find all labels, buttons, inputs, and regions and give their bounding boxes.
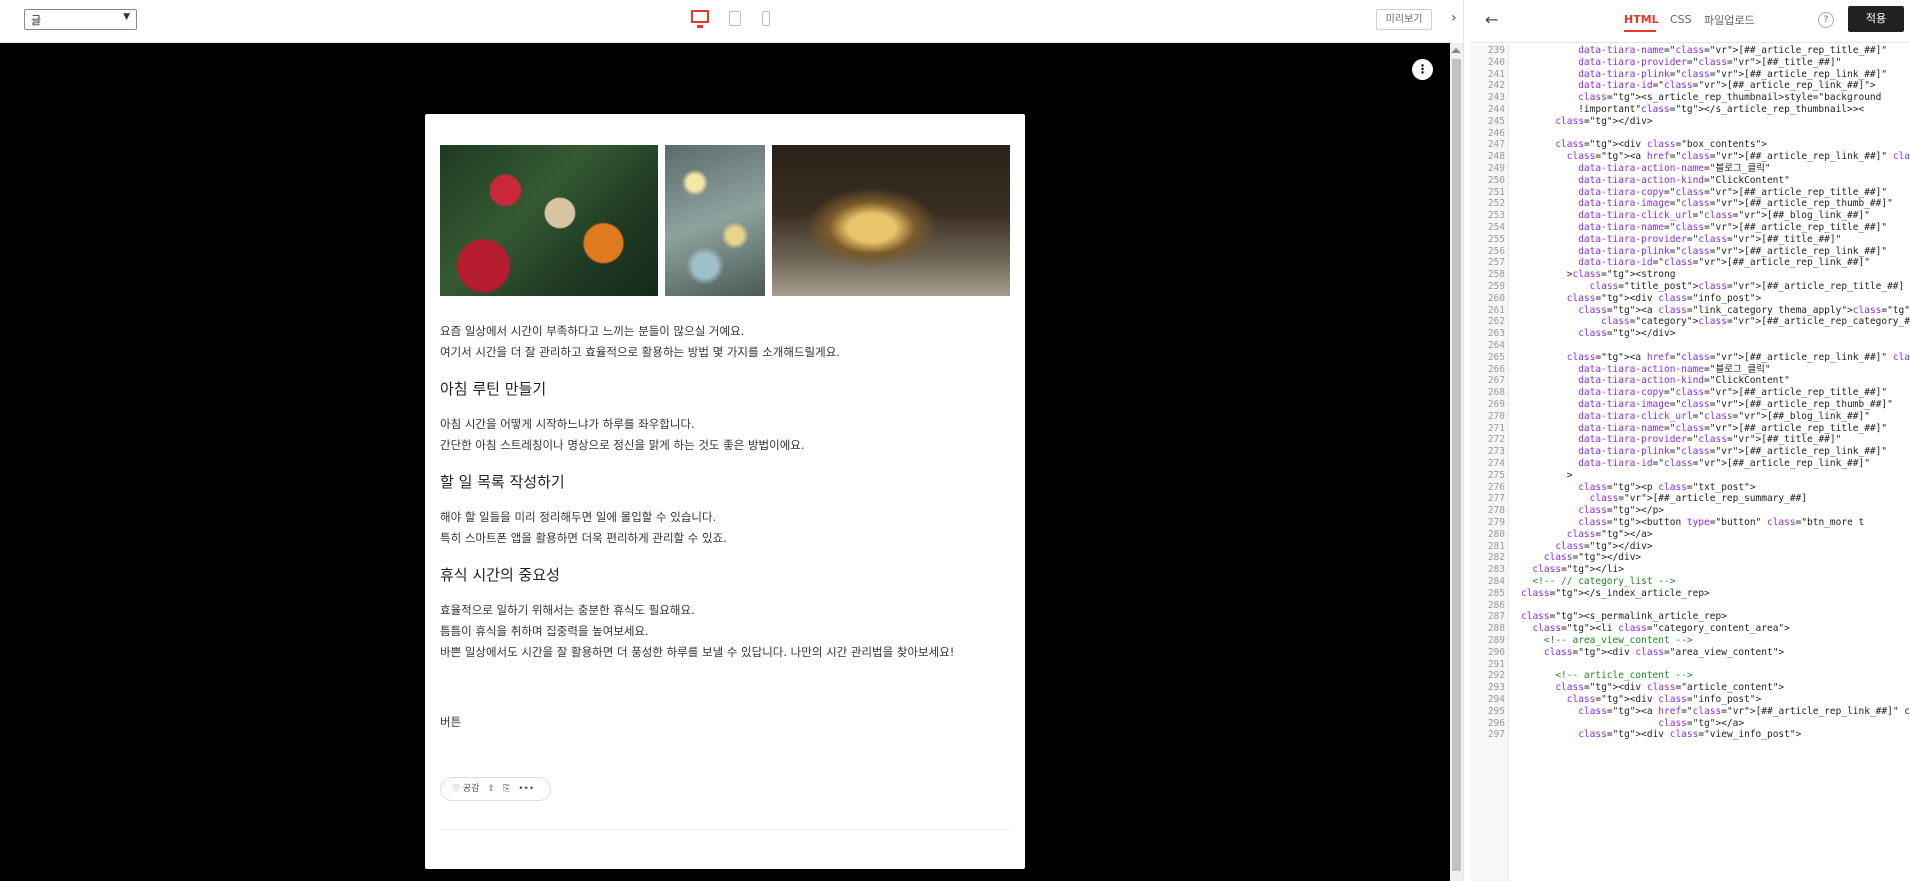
page-type-select[interactable]: 글 ▼ <box>24 9 137 30</box>
section-heading: 할 일 목록 작성하기 <box>440 473 565 491</box>
more-icon[interactable]: ••• <box>518 778 534 800</box>
photo-church-tree <box>772 145 1010 296</box>
apply-button[interactable]: 적용 <box>1848 6 1904 32</box>
tab-file-upload[interactable]: 파일업로드 <box>1704 12 1755 28</box>
intro-line: 요즘 일상에서 시간이 부족하다고 느끼는 분들이 많으실 거예요. <box>440 324 745 338</box>
preview-button[interactable]: 미리보기 <box>1376 9 1432 30</box>
preview-toolbar: 글 ▼ 미리보기 <box>0 0 1450 43</box>
code-area[interactable]: 239 data-tiara-name="class="vr">[##_arti… <box>1471 44 1910 881</box>
section-line: 아침 시간을 어떻게 시작하느냐가 하루를 좌우합니다. <box>440 417 695 431</box>
section-heading: 아침 루틴 만들기 <box>440 380 547 398</box>
photo-bokeh-lights <box>665 145 765 296</box>
code-editor-pane: ← HTML CSS 파일업로드 ? 적용 239 data-tiara-nam… <box>1471 0 1910 881</box>
scrollbar-thumb[interactable] <box>1452 59 1461 871</box>
pane-splitter[interactable] <box>1463 0 1471 881</box>
active-tab-indicator <box>1624 30 1656 32</box>
chevron-down-icon: ▼ <box>123 12 130 22</box>
share-icon[interactable]: ⇪ <box>488 778 496 800</box>
article-body: 요즘 일상에서 시간이 부족하다고 느끼는 분들이 많으실 거예요. 여기서 시… <box>440 321 1015 663</box>
app-window: 글 ▼ 미리보기 ⋮ 요즘 일상에서 시간이 부족하다고 느끼는 분들이 많으실… <box>0 0 1910 881</box>
section-line: 해야 할 일들을 미리 정리해두면 일에 몰입할 수 있습니다. <box>440 510 717 524</box>
like-button[interactable]: ♡ 공감 <box>452 778 480 800</box>
tablet-icon[interactable] <box>729 11 741 26</box>
copy-icon[interactable]: ⎘ <box>503 778 510 800</box>
more-options-icon[interactable]: ⋮ <box>1412 59 1433 80</box>
back-arrow-icon[interactable]: ← <box>1485 10 1498 29</box>
photo-christmas-ornaments <box>440 145 658 296</box>
section-line: 틈틈이 휴식을 취하며 집중력을 높여보세요. <box>440 624 649 638</box>
section-line: 효율적으로 일하기 위해서는 충분한 휴식도 필요해요. <box>440 603 695 617</box>
reaction-bar: ♡ 공감 ⇪ ⎘ ••• <box>440 777 551 801</box>
section-line: 바쁜 일상에서도 시간을 잘 활용하면 더 풍성한 하루를 보낼 수 있답니다.… <box>440 645 955 659</box>
article-button[interactable]: 버튼 <box>440 714 461 730</box>
tab-css[interactable]: CSS <box>1670 13 1692 26</box>
preview-scrollbar[interactable] <box>1450 43 1463 881</box>
help-icon[interactable]: ? <box>1818 12 1834 28</box>
section-line: 특히 스마트폰 앱을 활용하면 더욱 편리하게 관리할 수 있죠. <box>440 531 727 545</box>
section-line: 간단한 아침 스트레칭이나 명상으로 정신을 맑게 하는 것도 좋은 방법이에요… <box>440 438 805 452</box>
section-heading: 휴식 시간의 중요성 <box>440 566 560 584</box>
scroll-up-icon[interactable] <box>1451 48 1461 53</box>
article-card: 요즘 일상에서 시간이 부족하다고 느끼는 분들이 많으실 거예요. 여기서 시… <box>425 114 1025 869</box>
card-divider <box>440 829 1010 830</box>
mobile-icon[interactable] <box>762 11 770 26</box>
tab-html[interactable]: HTML <box>1624 13 1659 26</box>
intro-line: 여기서 시간을 더 잘 관리하고 효율적으로 활용하는 방법 몇 가지를 소개해… <box>440 345 840 359</box>
page-type-value: 글 <box>31 14 42 27</box>
code-line: 297 class="tg"><div class="view_info_pos… <box>1471 728 1910 742</box>
desktop-icon[interactable] <box>691 10 709 28</box>
chevron-right-icon[interactable]: › <box>1451 10 1457 26</box>
code-text: class="tg"><div class="view_info_post"> <box>1578 729 1802 741</box>
line-number: 297 <box>1487 729 1505 741</box>
editor-header: ← HTML CSS 파일업로드 ? 적용 <box>1471 0 1910 43</box>
